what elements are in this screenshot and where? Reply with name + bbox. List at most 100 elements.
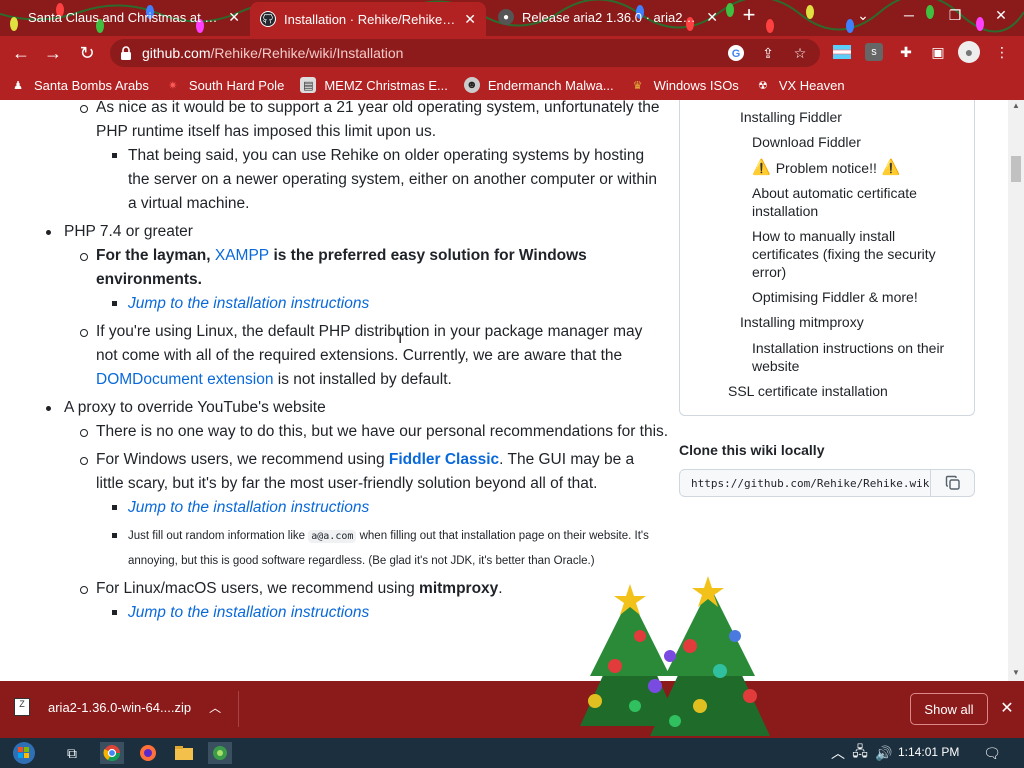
chevron-up-icon[interactable]: ︿ (209, 699, 221, 716)
domdocument-link[interactable]: DOMDocument extension (96, 371, 273, 388)
bookmark-santa-bombs[interactable]: ♟ Santa Bombs Arabs (10, 77, 149, 93)
notifications-icon[interactable]: 🗨 (980, 742, 1004, 764)
github-icon (260, 11, 276, 27)
share-icon[interactable]: ⇪ (758, 43, 778, 63)
list-item: Jump to the installation instructions (0, 292, 670, 316)
list-item: For Windows users, we recommend using Fi… (0, 448, 660, 496)
lock-icon[interactable] (119, 45, 133, 61)
app-icon[interactable] (208, 742, 232, 764)
network-icon[interactable]: 🖧 (848, 742, 872, 764)
xampp-link[interactable]: XAMPP (215, 247, 269, 264)
scroll-down-arrow-icon[interactable]: ▼ (1011, 668, 1021, 678)
extensions-puzzle-icon[interactable]: ✚ (896, 42, 916, 62)
jump-to-instructions-link[interactable]: Jump to the installation instructions (128, 295, 369, 312)
toc-installing-mitm[interactable]: Installing mitmproxy (740, 313, 864, 331)
file-explorer-icon[interactable] (172, 742, 196, 764)
task-view-icon[interactable]: ⧉ (60, 742, 84, 764)
bookmark-vx-heaven[interactable]: ☢ VX Heaven (755, 77, 845, 93)
tab-installation[interactable]: Installation · Rehike/Rehike Wiki ✕ (250, 2, 486, 36)
close-window-button[interactable]: ✕ (978, 0, 1024, 30)
list-item: For the layman, XAMPP is the preferred e… (0, 244, 600, 292)
start-button-windows-icon[interactable] (10, 740, 38, 766)
snowflake-icon: ✷ (168, 79, 178, 92)
fiddler-classic-link[interactable]: Fiddler Classic (389, 451, 499, 468)
bookmark-south-hard-pole[interactable]: ✷ South Hard Pole (165, 77, 284, 93)
bookmark-memz[interactable]: ▤ MEMZ Christmas E... (300, 77, 448, 93)
close-icon[interactable]: ✕ (706, 9, 718, 26)
clone-url-input[interactable] (681, 471, 929, 495)
s-extension-icon[interactable]: s (864, 42, 884, 62)
bookmark-windows-isos[interactable]: ♛ Windows ISOs (630, 77, 739, 93)
text-span: Just fill out random information like (128, 530, 309, 542)
list-item-text: A proxy to override YouTube's website (64, 399, 326, 416)
download-shelf: Z aria2-1.36.0-win-64....zip ︿ Show all … (0, 681, 1024, 738)
address-bar[interactable]: github.com/Rehike/Rehike/wiki/Installati… (110, 39, 820, 67)
list-item: If you're using Linux, the default PHP d… (0, 320, 660, 392)
clone-url-box (679, 469, 975, 497)
profile-avatar-icon[interactable]: ● (958, 41, 980, 63)
toc-optimising[interactable]: Optimising Fiddler & more! (752, 288, 918, 306)
page-scrollbar[interactable]: ▲ ▼ (1008, 100, 1024, 681)
christmas-tree-decoration (580, 576, 770, 736)
tab-search-chevron-icon[interactable]: ⌄ (840, 0, 886, 30)
list-item: That being said, you can use Rehike on o… (0, 144, 660, 216)
flag-extension-icon[interactable] (832, 42, 852, 62)
tab-title: Release aria2 1.36.0 · aria2/aria2 (522, 9, 699, 25)
minimize-button[interactable]: ─ (886, 0, 932, 30)
toc-label: Problem notice!! (775, 160, 877, 176)
close-icon[interactable]: ✕ (997, 698, 1017, 718)
browser-toolbar: ← → ↻ github.com/Rehike/Rehike/wiki/Inst… (0, 36, 1024, 70)
tab-aria2[interactable]: ● Release aria2 1.36.0 · aria2/aria2 ✕ (488, 0, 728, 34)
bookmark-label: Endermanch Malwa... (487, 77, 614, 93)
google-icon[interactable]: G (726, 43, 746, 63)
show-all-button[interactable]: Show all (910, 693, 988, 725)
clock-time[interactable]: 1:14:01 PM (898, 745, 959, 759)
chevron-up-icon[interactable]: ︿ (826, 742, 850, 764)
download-item[interactable]: Z aria2-1.36.0-win-64....zip ︿ (14, 698, 221, 716)
text-span: For Windows users, we recommend using (96, 451, 389, 468)
back-arrow-icon[interactable]: ← (8, 40, 34, 66)
volume-icon[interactable]: 🔊 (872, 742, 896, 764)
close-icon[interactable]: ✕ (228, 9, 240, 26)
bookmark-label: VX Heaven (778, 77, 845, 93)
toc-problem-notice[interactable]: ⚠️ Problem notice!! ⚠️ (752, 159, 901, 177)
side-panel-icon[interactable]: ▣ (928, 42, 948, 62)
bookmark-label: Santa Bombs Arabs (34, 77, 149, 93)
jump-to-instructions-link[interactable]: Jump to the installation instructions (128, 499, 369, 516)
firefox-icon[interactable] (136, 742, 160, 764)
toc-manual-cert[interactable]: How to manually install certificates (fi… (752, 227, 952, 281)
kebab-menu-icon[interactable]: ⋮ (992, 42, 1012, 62)
jump-to-instructions-link[interactable]: Jump to the installation instructions (128, 604, 369, 621)
close-icon[interactable]: ✕ (464, 11, 476, 28)
text-span: If you're using Linux, the default PHP d… (96, 323, 643, 364)
toc-auto-cert[interactable]: About automatic certificate installation (752, 184, 942, 220)
list-item-text: As nice as it would be to support a 21 y… (96, 100, 660, 140)
restore-button[interactable]: ❐ (932, 0, 978, 30)
text-cursor-icon: I (398, 330, 403, 347)
github-icon: ● (498, 9, 514, 25)
toc-mitm-instructions[interactable]: Installation instructions on their websi… (752, 339, 952, 375)
tab-santa[interactable]: Santa Claus and Christmas at the ✕ (18, 0, 250, 34)
new-tab-button[interactable]: + (737, 4, 761, 28)
bookmark-label: MEMZ Christmas E... (324, 77, 448, 93)
scroll-up-arrow-icon[interactable]: ▲ (1011, 101, 1021, 111)
tab-title: Santa Claus and Christmas at the (28, 9, 221, 25)
bookmark-endermanch[interactable]: ☻ Endermanch Malwa... (463, 77, 614, 93)
copy-button[interactable] (930, 470, 974, 496)
url-text[interactable]: github.com/Rehike/Rehike/wiki/Installati… (142, 45, 403, 61)
list-item-text: PHP 7.4 or greater (64, 223, 193, 240)
url-path: /Rehike/Rehike/wiki/Installation (210, 45, 404, 61)
list-item: As nice as it would be to support a 21 y… (0, 100, 660, 144)
url-host: github.com (142, 45, 211, 61)
forward-arrow-icon[interactable]: → (40, 40, 66, 66)
bookmark-label: Windows ISOs (653, 77, 739, 93)
tab-title: Installation · Rehike/Rehike Wiki (284, 11, 457, 27)
scroll-thumb[interactable] (1011, 156, 1021, 182)
toc-ssl[interactable]: SSL certificate installation (728, 382, 888, 400)
toc-download-fiddler[interactable]: Download Fiddler (752, 133, 861, 151)
toc-installing-fiddler[interactable]: Installing Fiddler (740, 108, 842, 126)
reload-icon[interactable]: ↻ (74, 40, 100, 66)
chrome-icon[interactable] (100, 742, 124, 764)
list-item-text: There is no one way to do this, but we h… (96, 423, 669, 440)
bookmark-star-icon[interactable]: ☆ (790, 43, 810, 63)
